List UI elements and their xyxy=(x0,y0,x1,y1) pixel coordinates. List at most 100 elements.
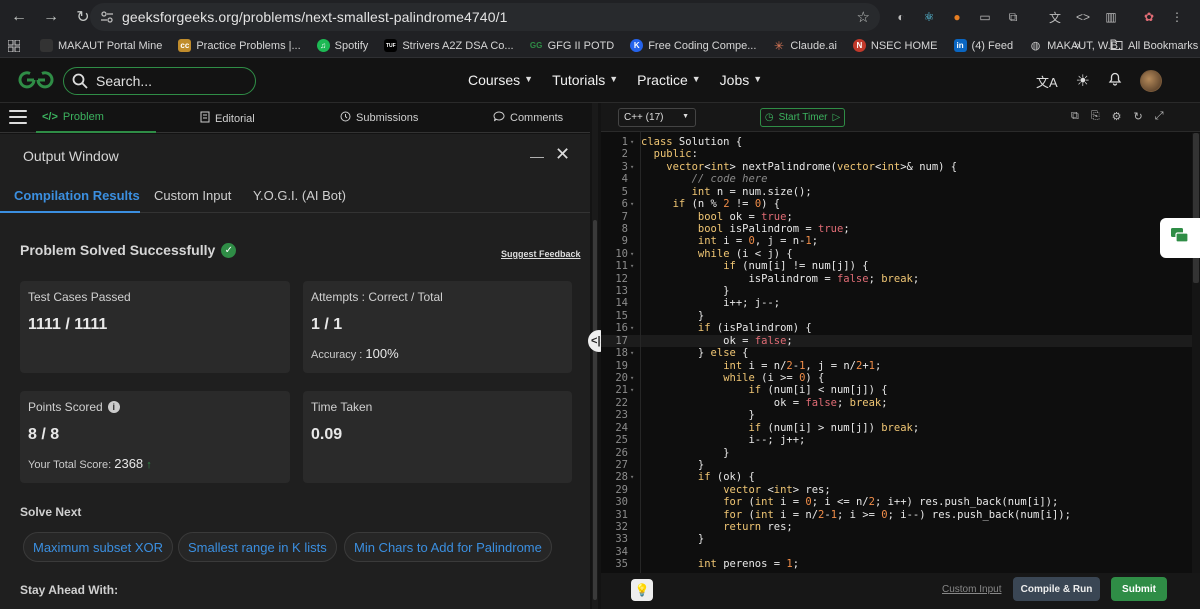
code-line[interactable]: 26 } xyxy=(601,447,1200,459)
code-line[interactable]: 32 return res; xyxy=(601,521,1200,533)
nav-tutorials[interactable]: Tutorials ▼ xyxy=(552,72,618,88)
code-line[interactable]: 19 int i = n/2-1, j = n/2+1; xyxy=(601,360,1200,372)
hamburger-menu-icon[interactable] xyxy=(9,110,27,124)
fold-arrow-icon[interactable]: ▾ xyxy=(630,471,634,483)
bookmark-item[interactable]: cc Practice Problems |... xyxy=(178,39,301,52)
menu-dots-icon[interactable]: ⋮ xyxy=(1166,6,1188,28)
code-line[interactable]: 18 ▾ } else { xyxy=(601,347,1200,359)
tab-problem[interactable]: </> Problem xyxy=(42,111,104,123)
url-text[interactable]: geeksforgeeks.org/problems/next-smallest… xyxy=(122,9,507,25)
start-timer-button[interactable]: ◷ Start Timer ▷ xyxy=(760,108,845,127)
code-line[interactable]: 10 ▾ while (i < j) { xyxy=(601,248,1200,260)
code-line[interactable]: 29 vector <int> res; xyxy=(601,484,1200,496)
tab-custom-input[interactable]: Custom Input xyxy=(154,188,231,203)
code-line[interactable]: 33 } xyxy=(601,533,1200,545)
code-icon[interactable]: <> xyxy=(1072,6,1094,28)
next-problem-link[interactable]: Maximum subset XOR xyxy=(23,532,174,562)
fold-arrow-icon[interactable]: ▾ xyxy=(630,384,634,396)
bookmark-item[interactable]: N NSEC HOME xyxy=(852,39,938,52)
left-scroll-thumb[interactable] xyxy=(593,220,597,600)
code-line[interactable]: 11 ▾ if (num[i] != num[j]) { xyxy=(601,260,1200,272)
tab-comments[interactable]: Comments xyxy=(493,111,563,125)
language-icon[interactable]: 文A xyxy=(1036,72,1058,91)
fold-arrow-icon[interactable]: ▾ xyxy=(630,260,634,272)
bookmark-item[interactable]: ♫ Spotify xyxy=(316,39,368,52)
fold-arrow-icon[interactable]: ▾ xyxy=(630,248,634,260)
code-line[interactable]: 27 } xyxy=(601,459,1200,471)
bookmark-item[interactable]: MAKAUT Portal Mine xyxy=(40,39,162,52)
apps-icon[interactable] xyxy=(8,39,20,52)
copy-icon[interactable]: ⧉ xyxy=(1071,110,1079,123)
code-line[interactable]: 13 } xyxy=(601,285,1200,297)
code-line[interactable]: 20 ▾ while (i >= 0) { xyxy=(601,372,1200,384)
forward-icon[interactable]: → xyxy=(38,4,64,30)
code-line[interactable]: 22 ok = false; break; xyxy=(601,397,1200,409)
settings-icon[interactable]: ⚙ xyxy=(1112,110,1122,123)
code-line[interactable]: 5 int n = num.size(); xyxy=(601,186,1200,198)
all-bookmarks[interactable]: All Bookmarks xyxy=(1110,39,1198,53)
extension-icon[interactable]: ● xyxy=(946,6,968,28)
code-line[interactable]: 17 ok = false; xyxy=(601,334,1200,348)
theme-toggle-icon[interactable]: ☀ xyxy=(1076,71,1090,91)
code-line[interactable]: 21 ▾ if (num[i] < num[j]) { xyxy=(601,384,1200,396)
code-line[interactable]: 3 ▾ vector<int> nextPalindrome(vector<int… xyxy=(601,161,1200,173)
fold-arrow-icon[interactable]: ▾ xyxy=(630,372,634,384)
nav-practice[interactable]: Practice ▼ xyxy=(637,72,701,88)
suggest-feedback-link[interactable]: Suggest Feedback xyxy=(501,249,581,259)
fullscreen-icon[interactable]: ⤢ xyxy=(1155,110,1164,123)
site-info-icon[interactable] xyxy=(100,10,114,24)
code-line[interactable]: 12 isPalindrom = false; break; xyxy=(601,273,1200,285)
nav-jobs[interactable]: Jobs ▼ xyxy=(720,72,763,88)
code-line[interactable]: 9 int i = 0, j = n-1; xyxy=(601,235,1200,247)
code-line[interactable]: 23 } xyxy=(601,409,1200,421)
code-line[interactable]: 8 bool isPalindrom = true; xyxy=(601,223,1200,235)
code-line[interactable]: 7 bool ok = true; xyxy=(601,211,1200,223)
code-line[interactable]: 28 ▾ if (ok) { xyxy=(601,471,1200,483)
bookmark-star-icon[interactable]: ☆ xyxy=(857,8,870,26)
bookmark-item[interactable]: ✳ Claude.ai xyxy=(772,39,837,53)
info-icon[interactable]: i xyxy=(107,401,120,413)
nav-courses[interactable]: Courses ▼ xyxy=(468,72,533,88)
custom-input-link[interactable]: Custom Input xyxy=(942,584,1001,595)
code-line[interactable]: 25 i--; j++; xyxy=(601,434,1200,446)
react-devtools-icon[interactable]: ⚛ xyxy=(918,6,940,28)
next-problem-link[interactable]: Smallest range in K lists xyxy=(178,532,337,562)
code-line[interactable]: 24 if (num[i] > num[j]) break; xyxy=(601,422,1200,434)
code-line[interactable]: 31 for (int i = n/2-1; i >= 0; i--) res.… xyxy=(601,509,1200,521)
tab-yogi-ai-bot[interactable]: Y.O.G.I. (AI Bot) xyxy=(253,188,346,203)
upload-file-icon[interactable]: ⎘ xyxy=(1091,110,1100,123)
compile-run-button[interactable]: Compile & Run xyxy=(1013,577,1100,601)
tab-compilation-results[interactable]: Compilation Results xyxy=(14,188,140,203)
gfg-logo-icon[interactable] xyxy=(16,69,56,98)
back-icon[interactable]: ← xyxy=(6,4,32,30)
code-line[interactable]: 15 } xyxy=(601,310,1200,322)
tab-submissions[interactable]: Submissions xyxy=(340,111,418,125)
address-bar[interactable]: geeksforgeeks.org/problems/next-smallest… xyxy=(90,3,880,31)
code-line[interactable]: 2 public: xyxy=(601,148,1200,160)
code-line[interactable]: 6 ▾ if (n % 2 != 0) { xyxy=(601,198,1200,210)
close-icon[interactable]: ✕ xyxy=(555,144,570,165)
search-input[interactable]: Search... xyxy=(63,67,256,95)
bookmark-item[interactable]: GG GFG II POTD xyxy=(530,39,614,52)
language-select[interactable]: C++ (17) ▼ xyxy=(618,108,696,127)
bookmark-item[interactable]: TUF Strivers A2Z DSA Co... xyxy=(384,39,514,52)
extension-icon[interactable]: ◐ xyxy=(890,6,912,28)
code-line[interactable]: 4 // code here xyxy=(601,173,1200,185)
code-line[interactable]: 16 ▾ if (isPalindrom) { xyxy=(601,322,1200,334)
code-line[interactable]: 34 xyxy=(601,546,1200,558)
fold-arrow-icon[interactable]: ▾ xyxy=(630,347,634,359)
next-problem-link[interactable]: Min Chars to Add for Palindrome xyxy=(344,532,552,562)
code-line[interactable]: 14 i++; j--; xyxy=(601,297,1200,309)
editor-scroll-thumb[interactable] xyxy=(1193,133,1199,283)
fold-arrow-icon[interactable]: ▾ xyxy=(630,136,634,148)
lightbulb-icon[interactable]: 💡 xyxy=(631,579,653,601)
more-bookmarks-icon[interactable]: » xyxy=(1074,40,1080,52)
fold-arrow-icon[interactable]: ▾ xyxy=(630,198,634,210)
bookmark-item[interactable]: K Free Coding Compe... xyxy=(630,39,756,52)
fold-arrow-icon[interactable]: ▾ xyxy=(630,161,634,173)
code-line[interactable]: 1 ▾ class Solution { xyxy=(601,136,1200,148)
tab-editorial[interactable]: Editorial xyxy=(200,111,255,126)
minimize-icon[interactable]: — xyxy=(530,148,544,164)
code-line[interactable]: 30 for (int i = 0; i <= n/2; i++) res.pu… xyxy=(601,496,1200,508)
code-area[interactable]: 1 ▾ class Solution {2 public: 3 ▾ vector<int… xyxy=(601,132,1200,573)
